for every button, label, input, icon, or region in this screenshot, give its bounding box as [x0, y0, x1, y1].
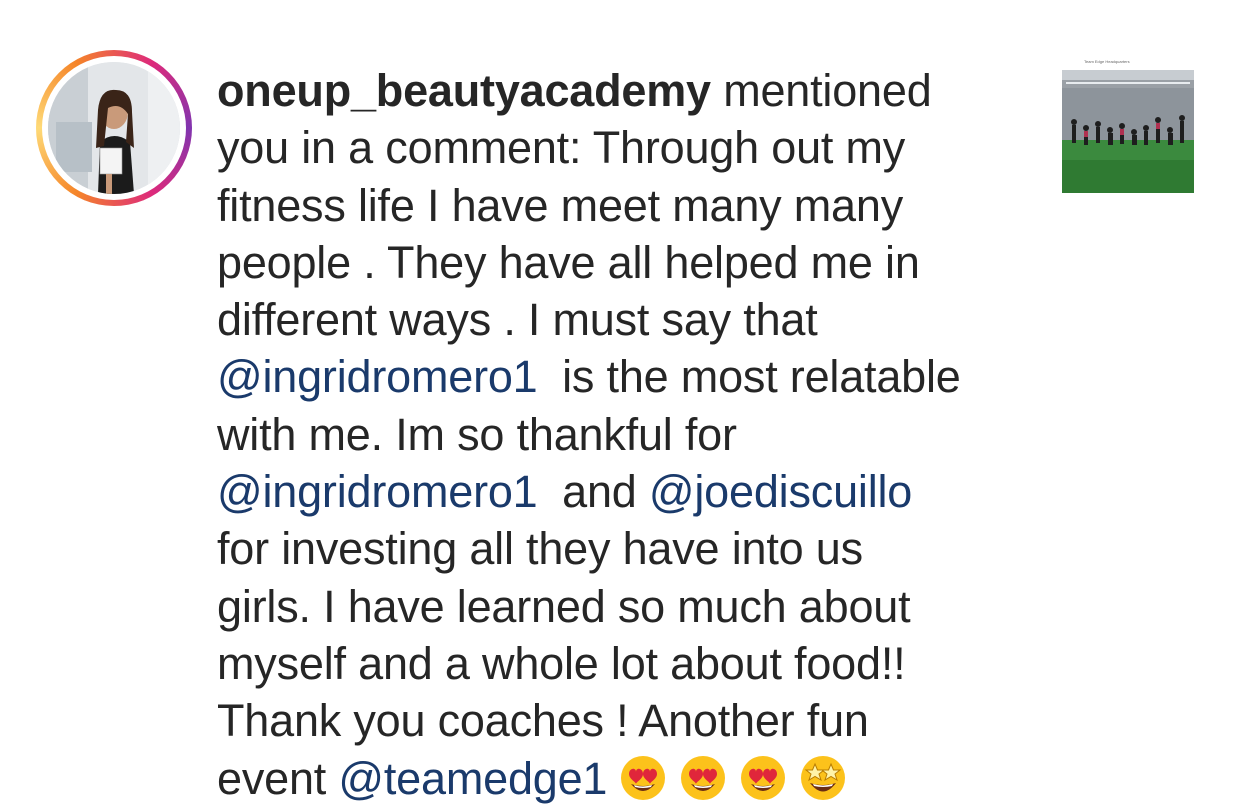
- star-struck-emoji-icon: [799, 754, 847, 802]
- comment-line: you in a comment: Through out my: [217, 122, 906, 174]
- comment-line: for investing all they have into us: [217, 523, 863, 575]
- activity-notification[interactable]: oneup_beautyacademy mentioned you in a c…: [0, 0, 1242, 804]
- mention-link[interactable]: @ingridromero1: [217, 351, 538, 402]
- comment-text: event: [217, 752, 339, 804]
- heart-eyes-emoji-icon: [679, 754, 727, 802]
- avatar[interactable]: [48, 62, 180, 194]
- avatar-gap: [42, 56, 186, 200]
- thumbnail-caption: Team Edge Headquarters: [1084, 59, 1130, 64]
- mention-link[interactable]: @teamedge1: [338, 753, 607, 804]
- heart-eyes-emoji-icon: [739, 754, 787, 802]
- comment-line: with me. Im so thankful for: [217, 408, 737, 460]
- thumbnail-photo: [1062, 70, 1194, 193]
- comment-line: @ingridromero1 and @joediscuillo: [217, 463, 1032, 520]
- comment-line: people . They have all helped me in: [217, 236, 920, 288]
- mention-link[interactable]: @ingridromero1: [217, 466, 538, 517]
- username-link[interactable]: oneup_beautyacademy: [217, 65, 711, 116]
- comment-text: is the most relatable: [537, 351, 961, 403]
- mention-link[interactable]: @joediscuillo: [649, 466, 912, 517]
- heart-eyes-emoji-icon: [619, 754, 667, 802]
- comment-line: @ingridromero1 is the most relatable: [217, 348, 1032, 405]
- comment-line: event @teamedge1: [217, 750, 1032, 807]
- comment-text: and: [537, 466, 649, 518]
- comment-line: different ways . I must say that: [217, 294, 818, 346]
- avatar-photo: [48, 62, 180, 194]
- comment-line: girls. I have learned so much about: [217, 580, 911, 632]
- comment-line: myself and a whole lot about food!!: [217, 637, 906, 689]
- comment-line: fitness life I have meet many many: [217, 179, 903, 231]
- notification-text: oneup_beautyacademy mentioned you in a c…: [217, 62, 1032, 807]
- comment-line: Thank you coaches ! Another fun: [217, 695, 869, 747]
- story-ring[interactable]: [36, 50, 192, 206]
- comment-text: mentioned: [710, 65, 932, 116]
- comment-line: oneup_beautyacademy mentioned: [217, 62, 1032, 119]
- post-thumbnail[interactable]: Team Edge Headquarters: [1062, 56, 1194, 193]
